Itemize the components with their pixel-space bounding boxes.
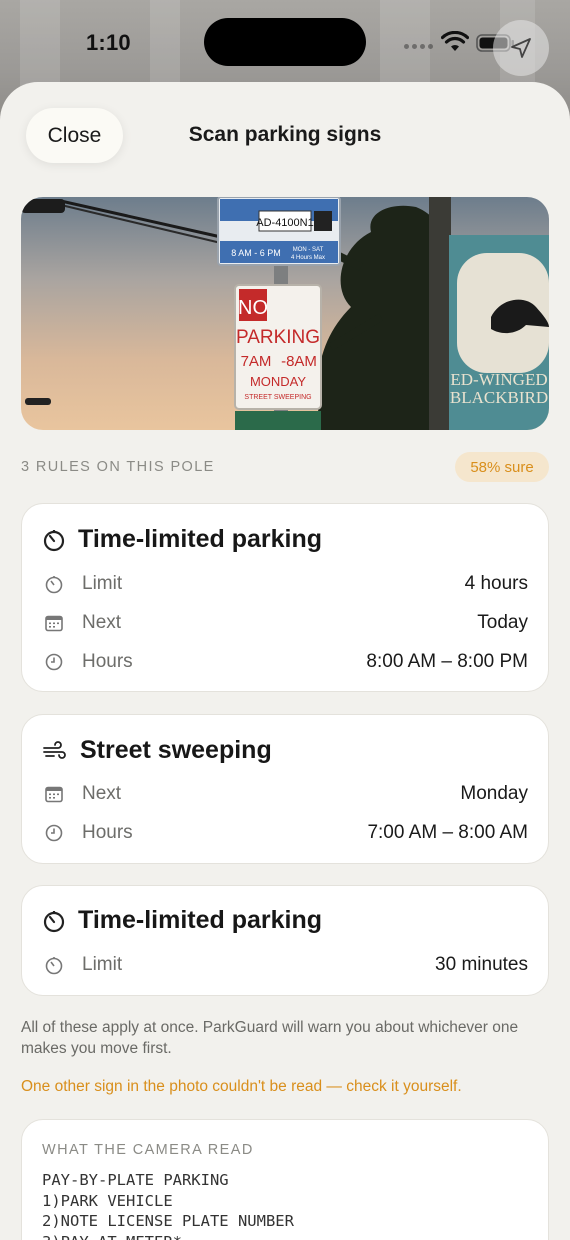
rule-title: Time-limited parking bbox=[78, 906, 323, 934]
timer-icon bbox=[43, 529, 65, 551]
row-value: Monday bbox=[460, 783, 528, 804]
sign-day-text: MONDAY bbox=[250, 374, 306, 389]
rule-card: Time-limited parking Limit 30 minutes bbox=[21, 885, 549, 996]
rule-row-next: Next Today bbox=[42, 610, 528, 636]
rule-card: Time-limited parking Limit 4 hours Next … bbox=[21, 503, 549, 692]
sign-no-text: NO bbox=[238, 297, 268, 319]
row-label: Limit bbox=[82, 954, 123, 975]
rule-row-next: Next Monday bbox=[42, 781, 528, 807]
timer-icon bbox=[43, 910, 65, 932]
sign-hours-text: 8 AM - 6 PM bbox=[231, 248, 281, 258]
rule-row-limit: Limit 30 minutes bbox=[42, 952, 528, 978]
timer-icon bbox=[45, 957, 63, 975]
rule-row-limit: Limit 4 hours bbox=[42, 571, 528, 597]
sign-banner-line1: ED-WINGED bbox=[450, 370, 547, 389]
rule-title: Time-limited parking bbox=[78, 525, 323, 553]
sign-start-text: 7AM bbox=[241, 353, 272, 370]
location-button[interactable] bbox=[493, 20, 549, 76]
location-arrow-icon bbox=[511, 38, 531, 58]
wind-icon bbox=[43, 740, 66, 759]
clock-icon bbox=[45, 653, 63, 671]
sign-end-text: -8AM bbox=[281, 353, 317, 370]
calendar-icon bbox=[45, 786, 63, 803]
status-time: 1:10 bbox=[86, 30, 131, 55]
rules-count-label: 3 RULES ON THIS POLE bbox=[21, 459, 215, 475]
rule-title: Street sweeping bbox=[80, 736, 272, 764]
close-button[interactable]: Close bbox=[26, 108, 123, 163]
row-value: 8:00 AM – 8:00 PM bbox=[366, 651, 528, 672]
clock-icon bbox=[45, 824, 63, 842]
sign-parking-text: PARKING bbox=[236, 327, 320, 348]
camera-read-label: WHAT THE CAMERA READ bbox=[42, 1142, 254, 1158]
rule-card: Street sweeping Next Monday Hours 7:00 A… bbox=[21, 714, 549, 864]
sign-max-text: 4 Hours Max bbox=[291, 255, 325, 261]
unreadable-sign-warning: One other sign in the photo couldn't be … bbox=[21, 1078, 462, 1095]
signal-dots-icon bbox=[404, 44, 433, 49]
row-value: 7:00 AM – 8:00 AM bbox=[367, 822, 528, 843]
row-value: 4 hours bbox=[464, 573, 528, 594]
row-label: Next bbox=[82, 612, 122, 633]
wifi-icon bbox=[441, 31, 469, 51]
calendar-icon bbox=[45, 615, 63, 632]
sign-sweeping-text: STREET SWEEPING bbox=[244, 394, 311, 401]
sign-banner-line2: BLACKBIRD bbox=[450, 388, 548, 407]
row-value: 30 minutes bbox=[435, 954, 528, 975]
camera-read-card: WHAT THE CAMERA READ PAY-BY-PLATE PARKIN… bbox=[21, 1119, 549, 1240]
row-value: Today bbox=[477, 612, 528, 633]
row-label: Hours bbox=[82, 822, 133, 843]
confidence-badge: 58% sure bbox=[455, 452, 549, 482]
status-bar: 1:10 bbox=[0, 0, 570, 84]
rule-row-hours: Hours 7:00 AM – 8:00 AM bbox=[42, 820, 528, 846]
row-label: Next bbox=[82, 783, 122, 804]
rules-note: All of these apply at once. ParkGuard wi… bbox=[21, 1019, 519, 1057]
row-label: Limit bbox=[82, 573, 123, 594]
timer-icon bbox=[45, 576, 63, 594]
sign-photo: AD-4100N1 8 AM - 6 PM MON - SAT 4 Hours … bbox=[21, 197, 549, 430]
scan-sheet: Close Scan parking signs AD-4100N1 8 AM … bbox=[0, 82, 570, 1240]
rule-row-hours: Hours 8:00 AM – 8:00 PM bbox=[42, 649, 528, 675]
dynamic-island bbox=[204, 18, 366, 66]
row-label: Hours bbox=[82, 651, 133, 672]
page-title: Scan parking signs bbox=[188, 123, 382, 146]
sign-days-text: MON - SAT bbox=[293, 247, 324, 253]
sign-plate-text: AD-4100N1 bbox=[256, 217, 313, 229]
camera-read-text: PAY-BY-PLATE PARKING 1)PARK VEHICLE 2)NO… bbox=[42, 1171, 294, 1240]
